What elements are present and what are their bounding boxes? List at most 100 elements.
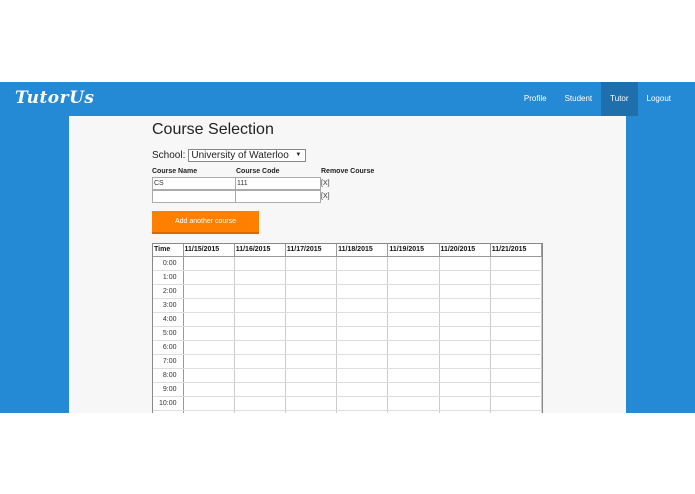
schedule-cell[interactable] xyxy=(285,284,338,299)
schedule-cell[interactable] xyxy=(234,354,286,369)
schedule-cell[interactable] xyxy=(387,410,440,413)
schedule-cell[interactable] xyxy=(285,256,338,271)
schedule-cell[interactable] xyxy=(183,354,235,369)
schedule-cell[interactable] xyxy=(183,256,235,271)
schedule-cell[interactable] xyxy=(387,326,440,341)
schedule-cell[interactable] xyxy=(439,284,491,299)
schedule-cell[interactable] xyxy=(490,312,543,327)
remove-course-link[interactable]: [X] xyxy=(321,180,330,187)
schedule-cell[interactable] xyxy=(336,326,389,341)
schedule-cell[interactable] xyxy=(439,270,491,285)
schedule-cell[interactable] xyxy=(490,298,543,313)
schedule-cell[interactable] xyxy=(183,312,235,327)
schedule-cell[interactable] xyxy=(183,382,235,397)
schedule-cell[interactable] xyxy=(387,368,440,383)
schedule-cell[interactable] xyxy=(439,298,491,313)
schedule-cell[interactable] xyxy=(490,340,543,355)
schedule-cell[interactable] xyxy=(234,368,286,383)
schedule-cell[interactable] xyxy=(336,382,389,397)
time-slot-label: 7:00 xyxy=(153,354,184,369)
schedule-cell[interactable] xyxy=(234,256,286,271)
schedule-cell[interactable] xyxy=(183,410,235,413)
nav-student[interactable]: Student xyxy=(556,82,602,116)
schedule-cell[interactable] xyxy=(285,312,338,327)
schedule-cell[interactable] xyxy=(285,382,338,397)
schedule-cell[interactable] xyxy=(183,340,235,355)
schedule-cell[interactable] xyxy=(490,326,543,341)
schedule-cell[interactable] xyxy=(439,326,491,341)
schedule-cell[interactable] xyxy=(183,326,235,341)
schedule-cell[interactable] xyxy=(490,284,543,299)
course-name-input[interactable]: CS xyxy=(152,177,236,190)
schedule-cell[interactable] xyxy=(439,410,491,413)
course-code-input[interactable]: 111 xyxy=(236,177,321,190)
brand-logo[interactable]: TutorUs xyxy=(15,88,95,108)
schedule-cell[interactable] xyxy=(336,312,389,327)
schedule-cell[interactable] xyxy=(387,284,440,299)
schedule-cell[interactable] xyxy=(285,270,338,285)
schedule-cell[interactable] xyxy=(234,298,286,313)
schedule-cell[interactable] xyxy=(183,396,235,411)
schedule-cell[interactable] xyxy=(336,298,389,313)
schedule-cell[interactable] xyxy=(183,270,235,285)
nav-tutor[interactable]: Tutor xyxy=(601,82,638,116)
schedule-cell[interactable] xyxy=(234,410,286,413)
schedule-cell[interactable] xyxy=(439,312,491,327)
schedule-cell[interactable] xyxy=(490,270,543,285)
schedule-cell[interactable] xyxy=(439,382,491,397)
schedule-cell[interactable] xyxy=(439,256,491,271)
schedule-cell[interactable] xyxy=(234,326,286,341)
schedule-cell[interactable] xyxy=(387,340,440,355)
schedule-cell[interactable] xyxy=(234,396,286,411)
schedule-cell[interactable] xyxy=(387,256,440,271)
schedule-cell[interactable] xyxy=(336,340,389,355)
schedule-cell[interactable] xyxy=(387,270,440,285)
schedule-cell[interactable] xyxy=(490,410,543,413)
schedule-cell[interactable] xyxy=(336,270,389,285)
schedule-row: 10:00 xyxy=(153,396,543,411)
schedule-cell[interactable] xyxy=(490,396,543,411)
schedule-cell[interactable] xyxy=(387,312,440,327)
schedule-cell[interactable] xyxy=(336,410,389,413)
schedule-cell[interactable] xyxy=(336,396,389,411)
schedule-cell[interactable] xyxy=(234,382,286,397)
schedule-cell[interactable] xyxy=(336,354,389,369)
schedule-cell[interactable] xyxy=(285,396,338,411)
schedule-cell[interactable] xyxy=(234,312,286,327)
schedule-cell[interactable] xyxy=(490,382,543,397)
nav-logout[interactable]: Logout xyxy=(638,82,680,116)
schedule-cell[interactable] xyxy=(439,368,491,383)
schedule-cell[interactable] xyxy=(285,410,338,413)
schedule-cell[interactable] xyxy=(490,256,543,271)
schedule-cell[interactable] xyxy=(183,284,235,299)
remove-course-link[interactable]: [X] xyxy=(321,193,330,200)
schedule-cell[interactable] xyxy=(387,396,440,411)
schedule-cell[interactable] xyxy=(439,354,491,369)
schedule-cell[interactable] xyxy=(387,298,440,313)
schedule-cell[interactable] xyxy=(183,368,235,383)
schedule-cell[interactable] xyxy=(285,298,338,313)
schedule-cell[interactable] xyxy=(387,354,440,369)
schedule-cell[interactable] xyxy=(234,270,286,285)
schedule-cell[interactable] xyxy=(336,256,389,271)
schedule-cell[interactable] xyxy=(439,340,491,355)
schedule-cell[interactable] xyxy=(285,368,338,383)
schedule-cell[interactable] xyxy=(285,340,338,355)
date-header: 11/20/2015 xyxy=(439,244,491,257)
schedule-cell[interactable] xyxy=(439,396,491,411)
nav-profile[interactable]: Profile xyxy=(515,82,556,116)
schedule-cell[interactable] xyxy=(490,354,543,369)
course-code-input[interactable] xyxy=(236,190,321,203)
school-select[interactable]: University of Waterloo ▼ xyxy=(188,149,307,162)
schedule-cell[interactable] xyxy=(234,340,286,355)
schedule-cell[interactable] xyxy=(387,382,440,397)
course-name-input[interactable] xyxy=(152,190,236,203)
schedule-cell[interactable] xyxy=(234,284,286,299)
add-course-button[interactable]: Add another course xyxy=(152,211,259,234)
schedule-cell[interactable] xyxy=(336,368,389,383)
schedule-cell[interactable] xyxy=(183,298,235,313)
schedule-cell[interactable] xyxy=(285,326,338,341)
schedule-cell[interactable] xyxy=(490,368,543,383)
schedule-cell[interactable] xyxy=(285,354,338,369)
schedule-cell[interactable] xyxy=(336,284,389,299)
